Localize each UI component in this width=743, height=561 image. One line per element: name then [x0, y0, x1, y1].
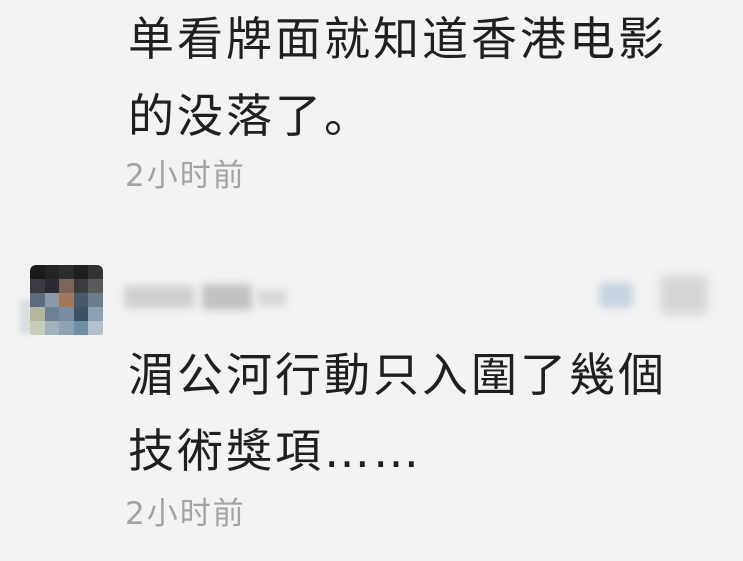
username-blur: [258, 290, 286, 306]
avatar-mosaic-tile: [88, 321, 103, 335]
username-link-obscured[interactable]: [120, 280, 290, 314]
avatar-mosaic-tile: [30, 307, 45, 321]
avatar-mosaic-tile: [44, 293, 60, 307]
avatar-mosaic-tile: [73, 265, 89, 279]
avatar-mosaic-tile: [88, 265, 103, 279]
avatar-mosaic-tile: [44, 265, 60, 279]
avatar-mosaic-tile: [73, 321, 89, 335]
comment-text-line: 的没落了。: [128, 89, 373, 143]
comment-text-line: 单看牌面就知道香港电影: [128, 12, 667, 66]
avatar-mosaic-tile: [44, 307, 60, 321]
like-icon: [599, 282, 633, 308]
avatar-mosaic-tile: [44, 279, 60, 293]
avatar-mosaic-tile: [30, 321, 45, 335]
avatar-mosaic-tile: [59, 321, 74, 335]
avatar-mosaic-tile: [73, 293, 89, 307]
avatar-mosaic-tile: [59, 293, 74, 307]
avatar-mosaic-tile: [44, 321, 60, 335]
avatar-mosaic-tile: [88, 293, 103, 307]
like-count-blur: [661, 276, 707, 314]
avatar-mosaic-tile: [88, 279, 103, 293]
avatar-mosaic-tile: [59, 265, 74, 279]
avatar-mosaic-tile: [73, 279, 89, 293]
comment-timestamp: 2小时前: [125, 158, 246, 194]
avatar-mosaic-tile: [59, 307, 74, 321]
comment-text-line: 技術獎項……: [128, 424, 422, 478]
avatar-mosaic-tile: [30, 265, 45, 279]
username-blur: [202, 284, 252, 310]
avatar-mosaic-tile: [30, 279, 45, 293]
username-blur: [124, 286, 194, 308]
avatar-mosaic-tile: [73, 307, 89, 321]
avatar-mosaic-tile: [59, 279, 74, 293]
avatar-mosaic-tile: [30, 293, 45, 307]
avatar-mosaic-tile: [88, 307, 103, 321]
avatar[interactable]: [30, 265, 103, 335]
comment-text-line: 湄公河行動只入圍了幾個: [128, 348, 667, 402]
like-button-obscured[interactable]: [595, 274, 713, 316]
comment-timestamp: 2小时前: [125, 496, 246, 532]
